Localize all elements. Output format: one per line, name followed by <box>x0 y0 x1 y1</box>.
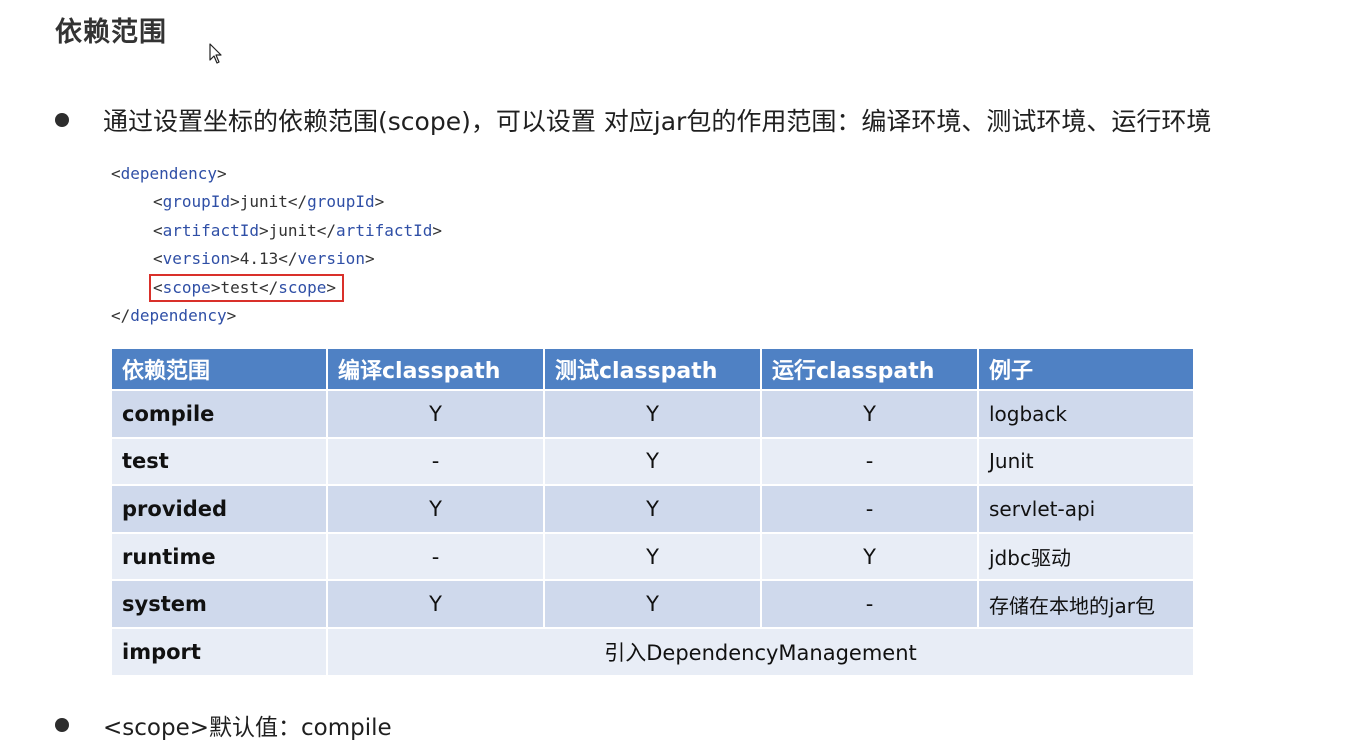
table-header-row: 依赖范围 编译classpath 测试classpath 运行classpath… <box>110 347 1195 391</box>
scope-name-cell: import <box>110 626 328 677</box>
code-value: 4.13 <box>239 249 279 269</box>
example-cell: 存储在本地的jar包 <box>977 579 1195 629</box>
code-tag: version <box>162 249 231 269</box>
column-header: 依赖范围 <box>110 347 328 391</box>
code-snippet: <dependency> <groupId>junit</groupId> <a… <box>111 160 442 330</box>
runtime-classpath-cell: - <box>760 579 979 629</box>
test-classpath-cell: Y <box>543 389 762 439</box>
code-tag: artifactId <box>162 220 259 240</box>
test-classpath-cell: Y <box>543 484 762 534</box>
dependency-scope-table: 依赖范围 编译classpath 测试classpath 运行classpath… <box>110 347 1195 677</box>
page-title: 依赖范围 <box>55 17 167 48</box>
runtime-classpath-cell: - <box>760 436 979 487</box>
runtime-classpath-cell: Y <box>760 531 979 582</box>
compile-classpath-cell: - <box>326 436 545 487</box>
import-note-cell: 引入DependencyManagement <box>326 626 1195 677</box>
scope-name-cell: runtime <box>110 531 328 582</box>
column-header: 编译classpath <box>326 347 545 391</box>
table-row: provided Y Y - servlet-api <box>110 484 1195 534</box>
example-cell: servlet-api <box>977 484 1195 534</box>
table-row-import: import 引入DependencyManagement <box>110 626 1195 677</box>
example-cell: Junit <box>977 436 1195 487</box>
code-line-scope: <scope>test</scope> <box>111 273 442 302</box>
example-cell: jdbc驱动 <box>977 531 1195 582</box>
code-value: test <box>220 277 259 297</box>
test-classpath-cell: Y <box>543 531 762 582</box>
table-row: runtime - Y Y jdbc驱动 <box>110 531 1195 582</box>
code-tag: groupId <box>162 192 231 212</box>
code-value: junit <box>239 192 288 212</box>
bullet-text-intro: 通过设置坐标的依赖范围(scope)，可以设置 对应jar包的作用范围：编译环境… <box>103 107 1212 136</box>
code-tag: dependency <box>130 305 227 325</box>
bullet-dot-icon <box>55 718 69 732</box>
code-tag: scope <box>162 277 211 297</box>
test-classpath-cell: Y <box>543 579 762 629</box>
code-tag: groupId <box>307 192 375 212</box>
compile-classpath-cell: Y <box>326 579 545 629</box>
scope-highlight-box: <scope>test</scope> <box>149 273 345 302</box>
compile-classpath-cell: Y <box>326 389 545 439</box>
bullet-dot-icon <box>55 113 69 127</box>
table-row: test - Y - Junit <box>110 436 1195 487</box>
scope-name-cell: compile <box>110 389 328 439</box>
table-row: compile Y Y Y logback <box>110 389 1195 439</box>
runtime-classpath-cell: Y <box>760 389 979 439</box>
compile-classpath-cell: Y <box>326 484 545 534</box>
code-value: junit <box>268 220 317 240</box>
mouse-cursor-icon <box>209 43 222 64</box>
code-tag: dependency <box>120 164 217 183</box>
code-line-groupid: <groupId>junit</groupId> <box>153 192 385 212</box>
code-tag: version <box>297 249 365 269</box>
table-row: system Y Y - 存储在本地的jar包 <box>110 579 1195 629</box>
column-header: 例子 <box>977 347 1195 391</box>
code-tag: scope <box>278 277 327 297</box>
column-header: 运行classpath <box>760 347 979 391</box>
bullet-item-default: <scope>默认值：compile <box>55 708 392 742</box>
bullet-text-default: <scope>默认值：compile <box>103 715 392 741</box>
column-header: 测试classpath <box>543 347 762 391</box>
code-line-version: <version>4.13</version> <box>153 249 375 269</box>
example-cell: logback <box>977 389 1195 439</box>
scope-name-cell: provided <box>110 484 328 534</box>
test-classpath-cell: Y <box>543 436 762 487</box>
code-line-artifactid: <artifactId>junit</artifactId> <box>153 220 443 240</box>
compile-classpath-cell: - <box>326 531 545 582</box>
bullet-item-intro: 通过设置坐标的依赖范围(scope)，可以设置 对应jar包的作用范围：编译环境… <box>55 102 1211 138</box>
code-line-dependency-close: </dependency> <box>111 305 237 325</box>
scope-name-cell: system <box>110 579 328 629</box>
scope-name-cell: test <box>110 436 328 487</box>
code-tag: artifactId <box>336 220 433 240</box>
runtime-classpath-cell: - <box>760 484 979 534</box>
code-line-dependency-open: <dependency> <box>111 164 227 183</box>
